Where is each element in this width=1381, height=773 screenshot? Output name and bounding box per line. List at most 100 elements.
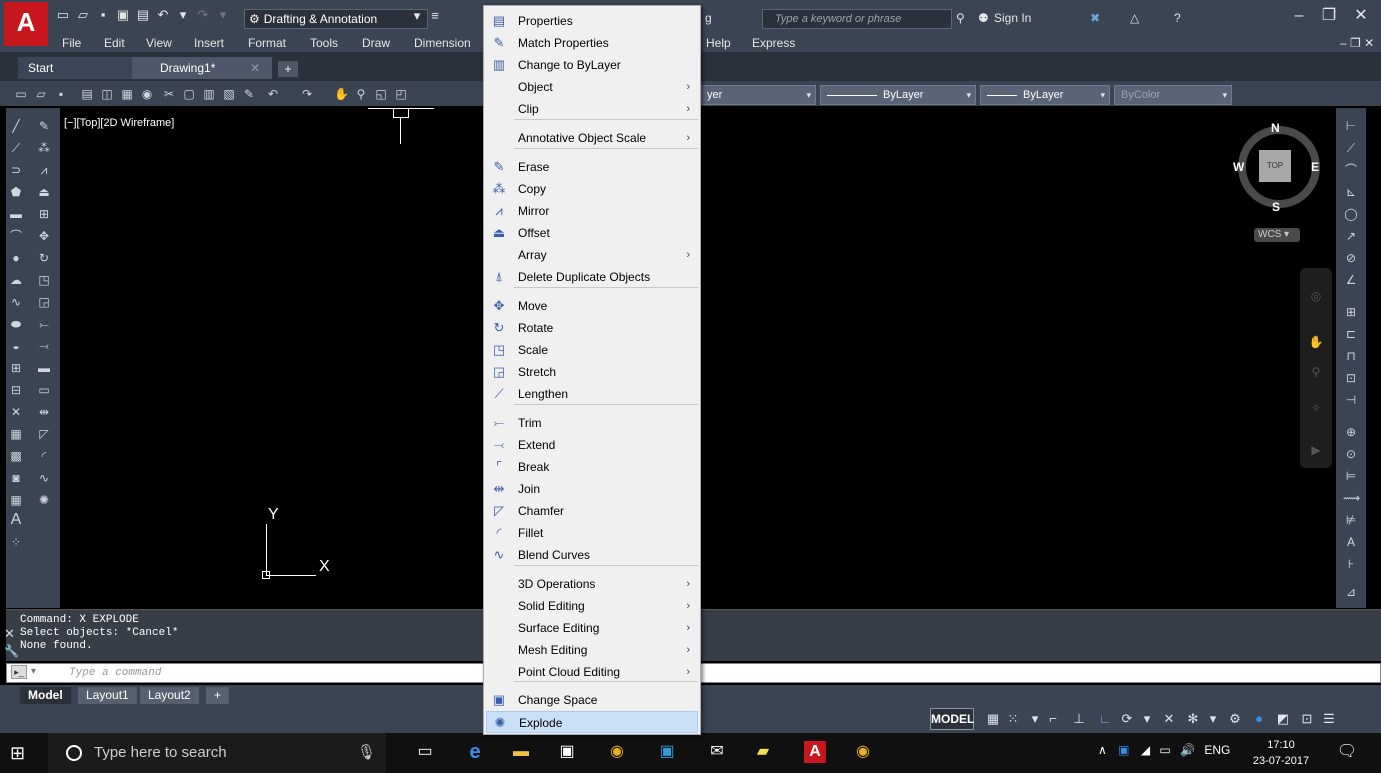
new-tab-button[interactable]: + bbox=[278, 61, 298, 77]
copy-clip-icon[interactable]: ▢ bbox=[182, 87, 196, 101]
copy-icon[interactable]: ⁂ bbox=[36, 140, 52, 156]
menu-item-move[interactable]: ✥ Move bbox=[486, 295, 698, 317]
radius-icon[interactable]: ◯ bbox=[1343, 206, 1359, 222]
cut-icon[interactable]: ✂ bbox=[162, 87, 176, 101]
mirror-icon[interactable]: ⩘ bbox=[36, 162, 52, 178]
snap-chevron-down-icon[interactable]: ▾ bbox=[1026, 711, 1044, 727]
lineweight-dropdown[interactable]: ByLayer ▾ bbox=[980, 85, 1110, 105]
offset-icon[interactable]: ⏏ bbox=[36, 184, 52, 200]
plot-icon[interactable]: ▤ bbox=[80, 87, 94, 101]
new-layout-button[interactable]: + bbox=[206, 687, 230, 704]
menu-item-delete-duplicate-objects[interactable]: ⍋ Delete Duplicate Objects bbox=[486, 266, 698, 288]
workspace-chevron-down-icon[interactable]: ▾ bbox=[410, 9, 424, 23]
gradient-icon[interactable]: ▩ bbox=[8, 448, 24, 464]
menu-view[interactable]: View bbox=[146, 36, 172, 50]
table-icon[interactable]: ▦ bbox=[8, 492, 24, 508]
quick-dim-icon[interactable]: ⊞ bbox=[1343, 304, 1359, 320]
stretch-icon[interactable]: ◲ bbox=[36, 294, 52, 310]
save-icon[interactable]: ▪ bbox=[54, 87, 68, 101]
close-icon[interactable]: ✕ bbox=[4, 626, 15, 642]
angular-icon[interactable]: ∠ bbox=[1343, 272, 1359, 288]
continue-icon[interactable]: ⊓ bbox=[1343, 348, 1359, 364]
menu-item-point-cloud-editing[interactable]: Point Cloud Editing › bbox=[486, 661, 698, 683]
sticky-notes-icon[interactable]: ▰ bbox=[752, 741, 774, 763]
menu-insert[interactable]: Insert bbox=[194, 36, 224, 50]
windows-start-icon[interactable]: ⊞ bbox=[10, 743, 30, 763]
a360-icon[interactable]: △ bbox=[1130, 11, 1139, 25]
open-icon[interactable]: ▱ bbox=[76, 8, 90, 22]
blend-icon[interactable]: ∿ bbox=[36, 470, 52, 486]
snap-icon[interactable]: ⁙ bbox=[1004, 711, 1022, 727]
ordinate-icon[interactable]: ⊾ bbox=[1343, 184, 1359, 200]
menu-item-annotative-object-scale[interactable]: Annotative Object Scale › bbox=[486, 127, 698, 149]
tab-close-icon[interactable]: ✕ bbox=[250, 57, 260, 79]
tab-layout2[interactable]: Layout2 bbox=[140, 687, 199, 704]
menu-dimension[interactable]: Dimension bbox=[414, 36, 471, 50]
ortho-icon[interactable]: ∟ bbox=[1096, 711, 1114, 727]
tab-layout1[interactable]: Layout1 bbox=[78, 687, 137, 704]
sign-in-link[interactable]: Sign In bbox=[994, 11, 1031, 25]
menu-item-fillet[interactable]: ◜ Fillet bbox=[486, 522, 698, 544]
diameter-icon[interactable]: ⊘ bbox=[1343, 250, 1359, 266]
make-block-icon[interactable]: ⊟ bbox=[8, 382, 24, 398]
polar-chevron-down-icon[interactable]: ▾ bbox=[1138, 711, 1156, 727]
redo-icon[interactable]: ↷ bbox=[300, 87, 314, 101]
zoom-window-icon[interactable]: ◱ bbox=[374, 87, 388, 101]
insert-block-icon[interactable]: ⊞ bbox=[8, 360, 24, 376]
rectangle-icon[interactable]: ▬ bbox=[8, 206, 24, 222]
menu-item-offset[interactable]: ⏏ Offset bbox=[486, 222, 698, 244]
polygon-icon[interactable]: ⬟ bbox=[8, 184, 24, 200]
tab-drawing1[interactable]: Drawing1* ✕ bbox=[132, 57, 272, 79]
menu-tools[interactable]: Tools bbox=[310, 36, 338, 50]
menu-item-properties[interactable]: ▤ Properties bbox=[486, 10, 698, 32]
zoom-extents-icon[interactable]: ⚲ bbox=[1308, 364, 1324, 380]
paste-icon[interactable]: ▥ bbox=[202, 87, 216, 101]
store-icon[interactable]: ▣ bbox=[556, 741, 578, 763]
inspection-icon[interactable]: ⊨ bbox=[1343, 468, 1359, 484]
break-icon[interactable]: ▭ bbox=[36, 382, 52, 398]
menu-item-object[interactable]: Object › bbox=[486, 76, 698, 98]
construction-line-icon[interactable]: ⟋ bbox=[8, 140, 24, 156]
menu-item-erase[interactable]: ✎ Erase bbox=[486, 156, 698, 178]
close-button[interactable]: ✕ bbox=[1346, 6, 1376, 26]
baseline-icon[interactable]: ⊏ bbox=[1343, 326, 1359, 342]
array-icon[interactable]: ⊞ bbox=[36, 206, 52, 222]
orbit-icon[interactable]: ✧ bbox=[1308, 400, 1324, 416]
ellipse-icon[interactable]: ⬬ bbox=[8, 316, 24, 332]
volume-icon[interactable]: 🔊 bbox=[1180, 743, 1195, 757]
erase-icon[interactable]: ✎ bbox=[36, 118, 52, 134]
redo-dropdown-icon[interactable]: ▾ bbox=[216, 8, 230, 22]
showmotion-icon[interactable]: ▶ bbox=[1308, 442, 1324, 458]
menu-format[interactable]: Format bbox=[248, 36, 286, 50]
clean-screen-icon[interactable]: ⊡ bbox=[1298, 711, 1316, 727]
workspace-switch-icon[interactable]: ⚙ bbox=[1226, 711, 1244, 727]
menu-item-change-to-bylayer[interactable]: ▥ Change to ByLayer bbox=[486, 54, 698, 76]
menu-item-explode[interactable]: ✺ Explode bbox=[486, 711, 698, 733]
polar-tracking-icon[interactable]: ⟳ bbox=[1118, 711, 1136, 727]
dim-edit-icon[interactable]: ⊭ bbox=[1343, 512, 1359, 528]
layer-dropdown[interactable]: yer ▾ bbox=[700, 85, 816, 105]
save-as-icon[interactable]: ▣ bbox=[116, 8, 130, 22]
compass-west[interactable]: W bbox=[1233, 160, 1244, 174]
arc-icon[interactable]: ⌒ bbox=[8, 228, 24, 244]
menu-item-extend[interactable]: ⤙ Extend bbox=[486, 434, 698, 456]
file-explorer-icon[interactable]: ▬ bbox=[510, 741, 532, 763]
user-icon[interactable]: ⚉ bbox=[978, 11, 989, 25]
plotstyle-dropdown[interactable]: ByColor ▾ bbox=[1114, 85, 1232, 105]
3dprint-icon[interactable]: ◉ bbox=[140, 87, 154, 101]
menu-item-3d-operations[interactable]: 3D Operations › bbox=[486, 573, 698, 595]
line-icon[interactable]: ╱ bbox=[8, 118, 24, 134]
menu-item-trim[interactable]: ⤚ Trim bbox=[486, 412, 698, 434]
compass-north[interactable]: N bbox=[1271, 121, 1280, 135]
center-mark-icon[interactable]: ⊙ bbox=[1343, 446, 1359, 462]
menu-item-surface-editing[interactable]: Surface Editing › bbox=[486, 617, 698, 639]
new-icon[interactable]: ▭ bbox=[56, 8, 70, 22]
taskbar-clock[interactable]: 17:10 23-07-2017 bbox=[1250, 737, 1312, 769]
annotation-scale-icon[interactable]: ✻ bbox=[1184, 711, 1202, 727]
help-icon[interactable]: ? bbox=[1174, 11, 1181, 25]
grid-icon[interactable]: ▦ bbox=[984, 711, 1002, 727]
zoom-realtime-icon[interactable]: ⚲ bbox=[354, 87, 368, 101]
jogged-icon[interactable]: ↗ bbox=[1343, 228, 1359, 244]
customization-icon[interactable]: ☰ bbox=[1320, 711, 1338, 727]
point-icon[interactable]: ✕ bbox=[8, 404, 24, 420]
